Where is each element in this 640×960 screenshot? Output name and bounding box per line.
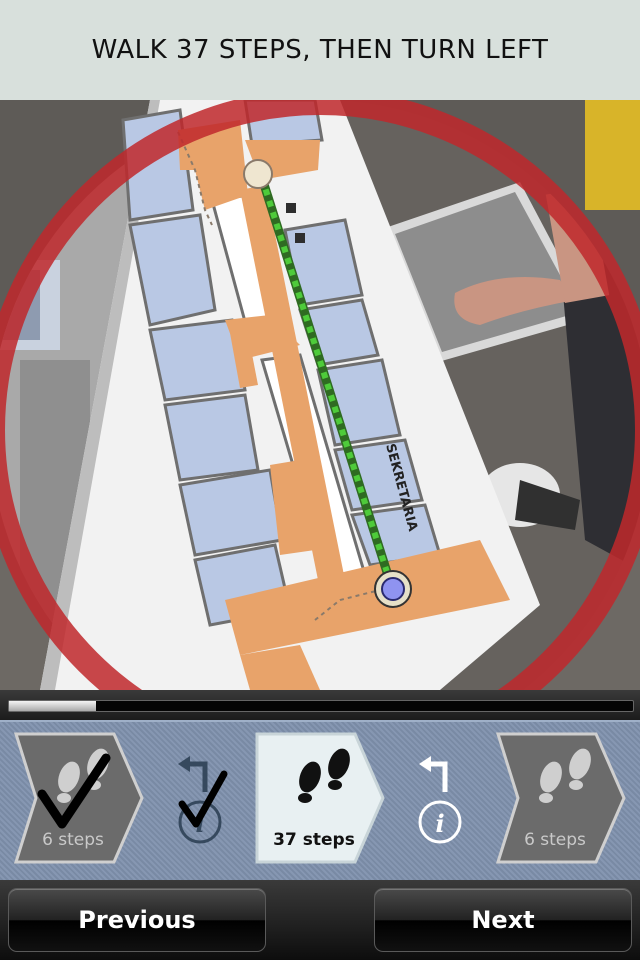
instruction-banner: WALK 37 STEPS, THEN TURN LEFT	[0, 0, 640, 100]
next-button[interactable]: Next	[374, 888, 632, 952]
step-label: 6 steps	[524, 830, 586, 850]
turn-step-next[interactable]: i	[405, 752, 475, 852]
progress-bar-container	[0, 690, 640, 720]
route-progress-bar	[8, 700, 634, 712]
turn-left-icon: i	[418, 756, 462, 844]
turn-step-previous[interactable]: i	[170, 752, 240, 852]
bottom-nav-bar: Previous Next	[0, 880, 640, 960]
step-card-next[interactable]: 6 steps	[496, 732, 626, 864]
step-label: 37 steps	[273, 830, 355, 850]
route-progress-fill	[9, 701, 97, 711]
steps-carousel[interactable]: 6 steps i 37 steps i 6 steps	[0, 720, 640, 882]
camera-ar-view[interactable]: SEKRETARIA	[0, 100, 640, 690]
step-card-previous[interactable]: 6 steps	[14, 732, 144, 864]
step-card-current[interactable]: 37 steps	[255, 732, 385, 864]
step-label: 6 steps	[42, 830, 104, 850]
svg-text:i: i	[435, 809, 444, 838]
instruction-text: WALK 37 STEPS, THEN TURN LEFT	[91, 35, 549, 65]
checkmark-icon	[178, 770, 228, 828]
previous-button[interactable]: Previous	[8, 888, 266, 952]
